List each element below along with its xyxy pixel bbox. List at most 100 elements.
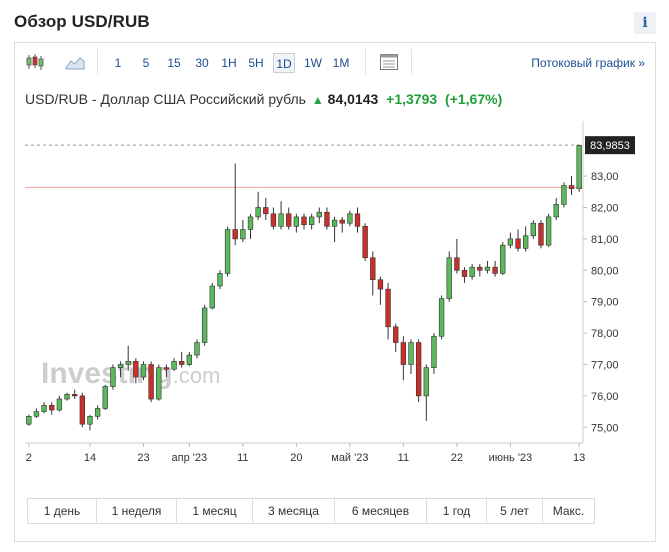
candle-body — [324, 211, 330, 227]
y-tick-label: 82,00 — [591, 203, 619, 215]
candle-body — [484, 266, 491, 271]
candle-body — [576, 145, 582, 189]
range-1w[interactable]: 1 неделя — [96, 498, 176, 524]
candle-body — [469, 266, 475, 277]
x-tick-label: июнь '23 — [489, 452, 533, 464]
candle-body — [255, 207, 261, 218]
candle-body — [56, 398, 63, 411]
timeframe-1w[interactable]: 1W — [301, 53, 325, 73]
candle-body — [140, 364, 147, 378]
timeframe-5[interactable]: 5 — [137, 53, 155, 73]
range-max[interactable]: Макс. — [542, 498, 595, 524]
candle-body — [94, 408, 101, 417]
candle-body — [530, 222, 536, 237]
candle-body — [301, 216, 307, 226]
candle-body — [49, 405, 55, 411]
chart-toolbar: 1 5 15 30 1H 5H 1D 1W 1M Потоковый графи… — [15, 43, 655, 81]
candle-body — [26, 416, 32, 425]
candle-body — [278, 213, 284, 227]
candle-body — [431, 335, 437, 368]
candle-body — [171, 361, 177, 370]
last-price-badge-label: 83,9853 — [590, 140, 630, 152]
x-tick-label: май '23 — [331, 452, 368, 464]
toolbar-divider — [411, 49, 412, 75]
header: Обзор USD/RUB i — [14, 10, 656, 36]
x-tick-label: 22 — [451, 452, 463, 464]
x-tick-label: 11 — [398, 452, 409, 464]
timeframe-15[interactable]: 15 — [163, 53, 185, 73]
candle-body — [125, 361, 131, 365]
y-tick-label: 77,00 — [591, 360, 619, 372]
info-button[interactable]: i — [634, 12, 656, 34]
range-6m[interactable]: 6 месяцев — [334, 498, 426, 524]
candle-body — [362, 226, 368, 259]
y-tick-label: 79,00 — [591, 297, 619, 309]
y-tick-label: 83,00 — [591, 171, 619, 183]
range-5y[interactable]: 5 лет — [486, 498, 542, 524]
candle-body — [377, 279, 384, 290]
candle-body — [232, 229, 238, 240]
candle-body — [201, 307, 208, 343]
candle-body — [224, 229, 231, 274]
candle-body — [454, 257, 460, 271]
candle-body — [347, 213, 353, 224]
candle-body — [568, 185, 575, 189]
candle-body — [370, 257, 376, 281]
candle-body — [240, 229, 246, 240]
candle-body — [545, 216, 552, 246]
range-selector: 1 день 1 неделя 1 месяц 3 месяца 6 месяц… — [27, 498, 595, 524]
timeframe-30[interactable]: 30 — [191, 53, 213, 73]
range-3m[interactable]: 3 месяца — [252, 498, 334, 524]
candle-body — [423, 367, 429, 397]
timeframe-5h[interactable]: 5H — [245, 53, 267, 73]
range-1d[interactable]: 1 день — [27, 498, 96, 524]
candle-body — [316, 211, 322, 218]
candle-body — [110, 367, 116, 387]
candle-body — [102, 386, 108, 409]
candle-body — [209, 285, 215, 309]
candle-body — [293, 216, 300, 227]
range-1m[interactable]: 1 месяц — [176, 498, 252, 524]
last-price: 84,0143 — [327, 91, 379, 107]
candle-body — [500, 244, 506, 274]
quote-line: USD/RUB - Доллар США Российский рубль ▲ … — [25, 91, 502, 107]
candle-body — [477, 266, 483, 271]
candle-body — [308, 216, 315, 226]
candle-body — [492, 266, 498, 274]
candlestick-chart-icon[interactable] — [25, 52, 45, 72]
candle-body — [400, 342, 407, 365]
x-tick-label: 23 — [137, 452, 149, 464]
candle-body — [263, 207, 269, 215]
candle-body — [64, 394, 70, 400]
candle-body — [79, 395, 85, 425]
candle-body — [561, 185, 567, 205]
candle-body — [41, 405, 47, 412]
x-tick-label: 11 — [237, 452, 248, 464]
candle-body — [385, 288, 391, 328]
toolbar-divider — [97, 49, 98, 75]
timeframe-1[interactable]: 1 — [109, 53, 127, 73]
candle-body — [72, 394, 78, 397]
chart-panel: 1 5 15 30 1H 5H 1D 1W 1M Потоковый графи… — [14, 42, 656, 542]
candle-body — [538, 222, 544, 246]
timeframe-1d[interactable]: 1D — [273, 53, 295, 73]
candle-body — [33, 411, 40, 417]
candle-body — [408, 342, 414, 365]
candle-body — [553, 204, 559, 218]
candle-body — [523, 235, 529, 249]
timeframe-1m[interactable]: 1M — [329, 53, 353, 73]
up-arrow-icon: ▲ — [311, 93, 324, 107]
price-chart[interactable]: 75,00 76,00 77,00 78,00 79,00 80,00 81,00 82,00… — [15, 121, 655, 471]
y-tick-label: 75,00 — [591, 422, 619, 434]
candle-body — [117, 364, 124, 368]
y-tick-label: 78,00 — [591, 328, 619, 340]
area-chart-icon[interactable] — [65, 52, 85, 72]
candle-body — [438, 298, 445, 337]
range-1y[interactable]: 1 год — [426, 498, 486, 524]
x-tick-label: 20 — [290, 452, 302, 464]
streaming-chart-link[interactable]: Потоковый график » — [531, 53, 645, 73]
candle-body — [148, 364, 154, 400]
price-change-percent: (+1,67%) — [445, 91, 503, 107]
table-view-icon[interactable] — [379, 52, 399, 72]
timeframe-1h[interactable]: 1H — [218, 53, 240, 73]
